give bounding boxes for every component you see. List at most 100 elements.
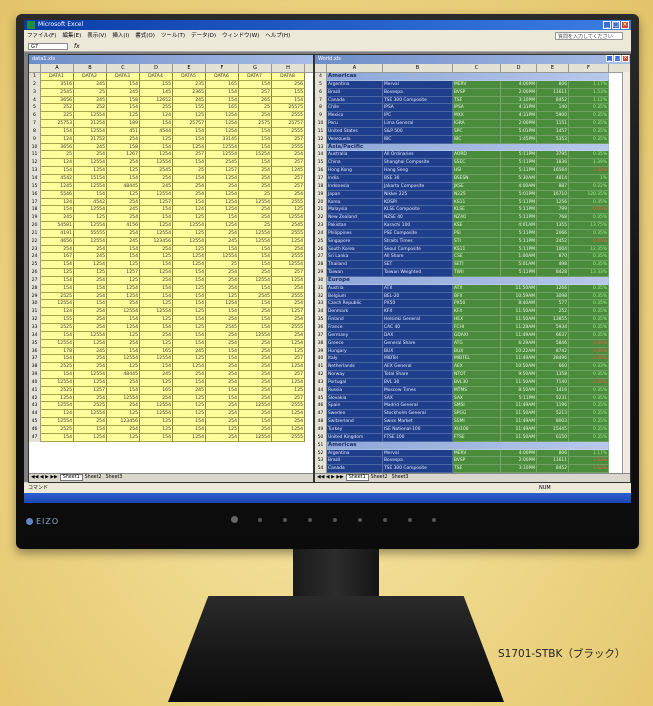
row-header[interactable]: 40 <box>315 355 327 364</box>
table-cell[interactable]: ATX <box>383 284 453 293</box>
table-cell[interactable]: 2525 <box>41 324 74 332</box>
table-cell[interactable]: 0.35% <box>569 198 609 207</box>
table-cell[interactable]: 1254 <box>173 253 206 262</box>
table-cell[interactable]: BVL 30 <box>383 378 453 387</box>
table-cell[interactable]: 54581 <box>41 222 74 230</box>
table-cell[interactable]: SAX <box>453 394 501 403</box>
table-cell[interactable]: BVSP <box>453 88 501 97</box>
maximize-icon[interactable]: □ <box>612 21 620 29</box>
row-header[interactable]: 42 <box>315 371 327 379</box>
table-cell[interactable]: 254 <box>206 363 239 372</box>
table-cell[interactable]: 125 <box>272 206 305 215</box>
table-cell[interactable]: 1358 <box>537 371 569 379</box>
row-header[interactable]: 17 <box>315 174 327 183</box>
table-cell[interactable]: 125 <box>173 355 206 364</box>
table-cell[interactable]: 125 <box>173 229 206 238</box>
table-cell[interactable]: 125 <box>107 276 140 285</box>
table-cell[interactable]: 165 <box>206 80 239 89</box>
table-cell[interactable]: 154 <box>107 174 140 183</box>
table-cell[interactable]: 0.35% <box>569 112 609 121</box>
table-cell[interactable]: 254 <box>74 292 107 301</box>
table-cell[interactable]: BSE 30 <box>383 174 453 183</box>
table-cell[interactable]: United Kingdom <box>327 433 383 442</box>
table-cell[interactable]: 12554 <box>140 410 173 419</box>
table-cell[interactable]: TSE <box>453 96 501 105</box>
column-header[interactable]: B <box>74 64 107 72</box>
table-cell[interactable]: 12554 <box>74 222 107 230</box>
table-cell[interactable]: 245 <box>74 143 107 152</box>
table-cell[interactable]: 2:00PM <box>501 457 537 466</box>
table-cell[interactable]: 254 <box>173 371 206 379</box>
table-cell[interactable]: PX50 <box>383 300 453 309</box>
table-cell[interactable]: 254 <box>239 363 272 372</box>
row-header[interactable]: 20 <box>315 198 327 207</box>
table-cell[interactable]: United States <box>327 127 383 136</box>
row-header[interactable]: 38 <box>29 363 41 372</box>
row-header[interactable]: 23 <box>29 245 41 254</box>
table-cell[interactable]: Seoul Composite <box>383 245 453 254</box>
table-cell[interactable]: 154 <box>239 316 272 324</box>
table-cell[interactable]: 154 <box>140 143 173 152</box>
table-cell[interactable]: 254 <box>272 151 305 160</box>
table-cell[interactable]: 11:50AM <box>501 433 537 442</box>
table-cell[interactable]: 154 <box>206 214 239 223</box>
table-cell[interactable]: 254 <box>239 167 272 175</box>
table-cell[interactable]: 12554 <box>74 206 107 215</box>
row-header[interactable]: 36 <box>315 324 327 332</box>
table-cell[interactable]: 12554 <box>140 159 173 168</box>
table-cell[interactable]: FTSE <box>453 433 501 442</box>
table-cell[interactable]: 12554 <box>140 308 173 317</box>
row-header[interactable]: 18 <box>29 206 41 215</box>
table-cell[interactable]: 167 <box>41 253 74 262</box>
table-cell[interactable]: 1.33% <box>569 167 609 175</box>
table-cell[interactable]: 1254 <box>173 433 206 442</box>
table-cell[interactable]: Thailand <box>327 261 383 270</box>
table-cell[interactable]: 155 <box>140 80 173 89</box>
table-cell[interactable]: 154 <box>74 284 107 293</box>
table-cell[interactable]: 12554 <box>74 127 107 136</box>
table-cell[interactable]: 2365 <box>173 88 206 97</box>
table-cell[interactable]: 1254 <box>206 190 239 199</box>
table-cell[interactable]: 254 <box>74 276 107 285</box>
table-cell[interactable]: Karachi 100 <box>383 222 453 230</box>
table-cell[interactable]: 252 <box>74 104 107 113</box>
table-cell[interactable]: 1416 <box>537 386 569 395</box>
table-cell[interactable]: Australia <box>327 151 383 160</box>
row-header[interactable]: 49 <box>315 425 327 434</box>
table-cell[interactable]: 254 <box>74 324 107 332</box>
table-cell[interactable]: 3656 <box>41 143 74 152</box>
table-cell[interactable]: 125 <box>140 378 173 387</box>
table-cell[interactable]: 0.35% <box>569 120 609 128</box>
table-cell[interactable]: 25 <box>239 104 272 113</box>
table-cell[interactable]: 154 <box>41 284 74 293</box>
table-cell[interactable]: 4542 <box>74 198 107 207</box>
region-header[interactable]: Americas <box>327 441 609 450</box>
table-cell[interactable]: STI <box>453 237 501 246</box>
table-cell[interactable]: 887 <box>537 182 569 191</box>
table-cell[interactable]: 8:40AM <box>501 300 537 309</box>
table-cell[interactable]: 254 <box>272 316 305 324</box>
table-cell[interactable]: 660 <box>537 363 569 372</box>
row-header[interactable]: 8 <box>315 104 327 113</box>
table-cell[interactable]: XU100 <box>453 425 501 434</box>
table-cell[interactable]: 235 <box>173 80 206 89</box>
table-cell[interactable]: 154 <box>41 276 74 285</box>
table-cell[interactable]: 5:11PM <box>501 237 537 246</box>
table-cell[interactable]: SET <box>383 261 453 270</box>
table-cell[interactable]: 5:01PM <box>501 190 537 199</box>
table-cell[interactable]: Hong Kong <box>327 167 383 175</box>
table-cell[interactable]: 1254 <box>272 410 305 419</box>
table-cell[interactable]: 154 <box>140 292 173 301</box>
table-cell[interactable]: 254 <box>206 276 239 285</box>
table-cell[interactable]: 154 <box>173 418 206 426</box>
table-cell[interactable]: 1.17% <box>569 80 609 89</box>
table-cell[interactable]: China <box>327 159 383 168</box>
table-cell[interactable]: DATA6 <box>206 73 239 81</box>
table-cell[interactable]: DATA3 <box>107 73 140 81</box>
table-cell[interactable]: 245 <box>173 347 206 356</box>
table-cell[interactable]: 1254 <box>140 269 173 277</box>
column-header[interactable]: E <box>173 64 206 72</box>
row-header[interactable]: 28 <box>29 284 41 293</box>
table-cell[interactable]: 225 <box>41 112 74 121</box>
table-cell[interactable]: 154 <box>206 347 239 356</box>
